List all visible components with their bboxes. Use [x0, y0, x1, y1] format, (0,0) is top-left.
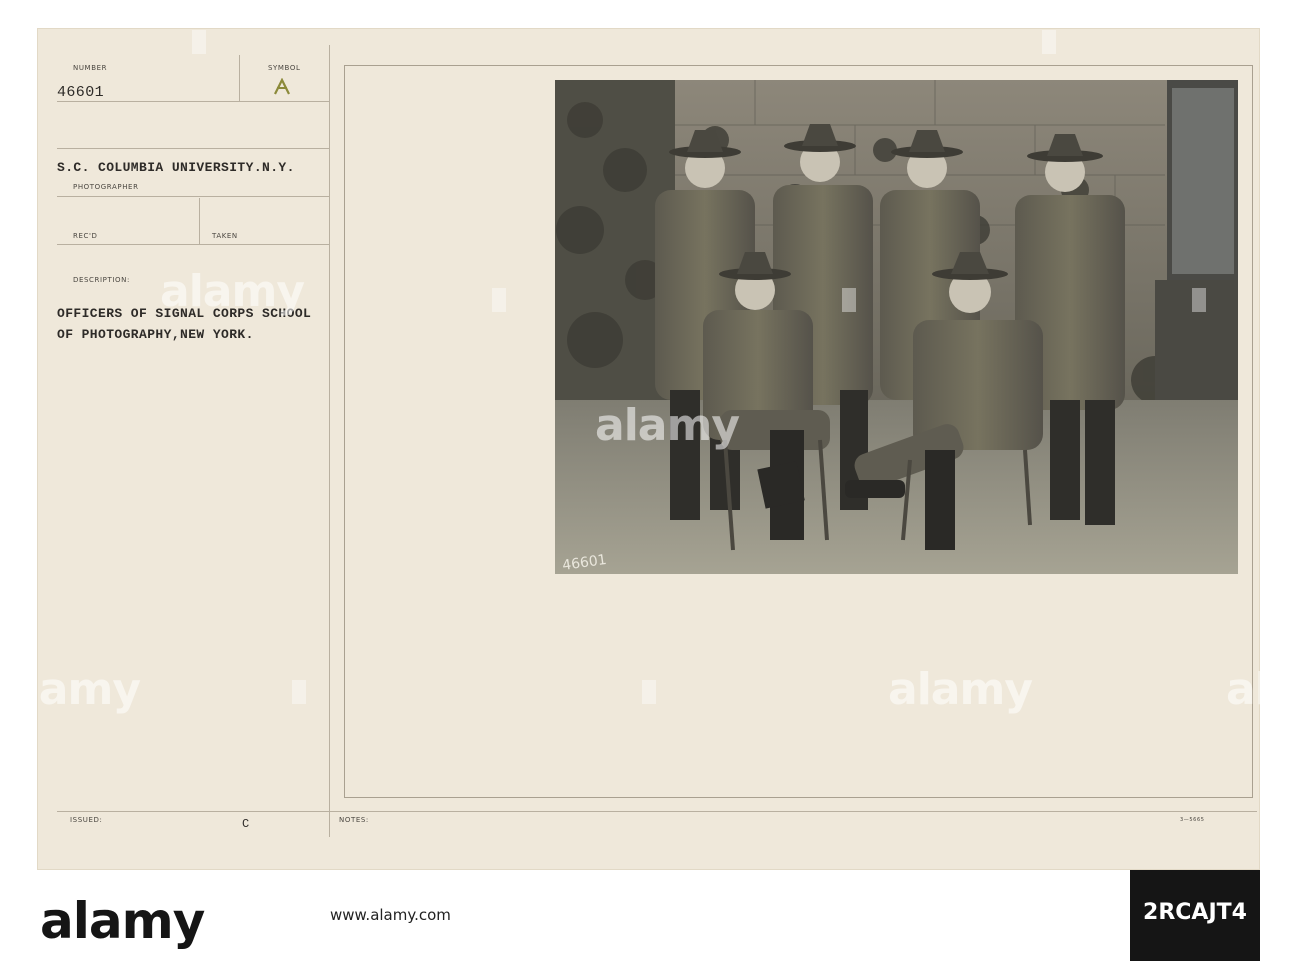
issued-label: ISSUED:: [70, 816, 103, 824]
location-text: S.C. COLUMBIA UNIVERSITY.N.Y.: [57, 160, 295, 175]
watermark-mark-6: [292, 680, 306, 704]
watermark-2: alamy: [595, 400, 740, 451]
watermark-mark-5: [642, 680, 656, 704]
form-divider-recd-taken: [199, 198, 200, 244]
form-number: 3—5665: [1180, 817, 1205, 823]
footer-logo[interactable]: alamy: [40, 892, 205, 950]
photographer-label: PHOTOGRAPHER: [73, 183, 139, 191]
form-rule-under-location: [57, 148, 329, 149]
group-portrait-image: 46601: [555, 80, 1238, 574]
form-rule-under-recd: [57, 244, 329, 245]
footer-url[interactable]: www.alamy.com: [330, 906, 451, 924]
issued-code: C: [242, 817, 250, 831]
stock-footer-banner: alamy www.alamy.com 2RCAJT4: [0, 870, 1300, 961]
form-rule-bottom: [57, 811, 1257, 812]
mounted-photograph: 46601: [555, 80, 1238, 574]
symbol-label: SYMBOL: [268, 64, 301, 72]
record-number: 46601: [57, 84, 105, 101]
form-rule-under-photographer: [57, 196, 329, 197]
symbol-stamp-icon: [274, 78, 290, 95]
number-label: NUMBER: [73, 64, 108, 72]
description-label: DESCRIPTION:: [73, 276, 130, 284]
form-vertical-divider: [329, 45, 330, 837]
watermark-5: alamy: [1226, 664, 1300, 715]
description-line-2: OF PHOTOGRAPHY,NEW YORK.: [57, 327, 254, 342]
taken-label: TAKEN: [212, 232, 238, 240]
watermark-3: alamy: [0, 664, 141, 715]
recd-label: REC'D: [73, 232, 98, 240]
watermark-4: alamy: [888, 664, 1033, 715]
notes-label: NOTES:: [339, 816, 369, 824]
form-divider-number-symbol: [239, 55, 240, 101]
watermark-mark-7: [1042, 30, 1056, 54]
watermark-mark-2: [492, 288, 506, 312]
watermark-mark-1: [192, 30, 206, 54]
watermark-mark-3: [842, 288, 856, 312]
image-id: 2RCAJT4: [1143, 900, 1247, 925]
watermark-mark-4: [1192, 288, 1206, 312]
watermark-1: alamy: [160, 266, 305, 317]
form-rule-under-number: [57, 101, 329, 102]
